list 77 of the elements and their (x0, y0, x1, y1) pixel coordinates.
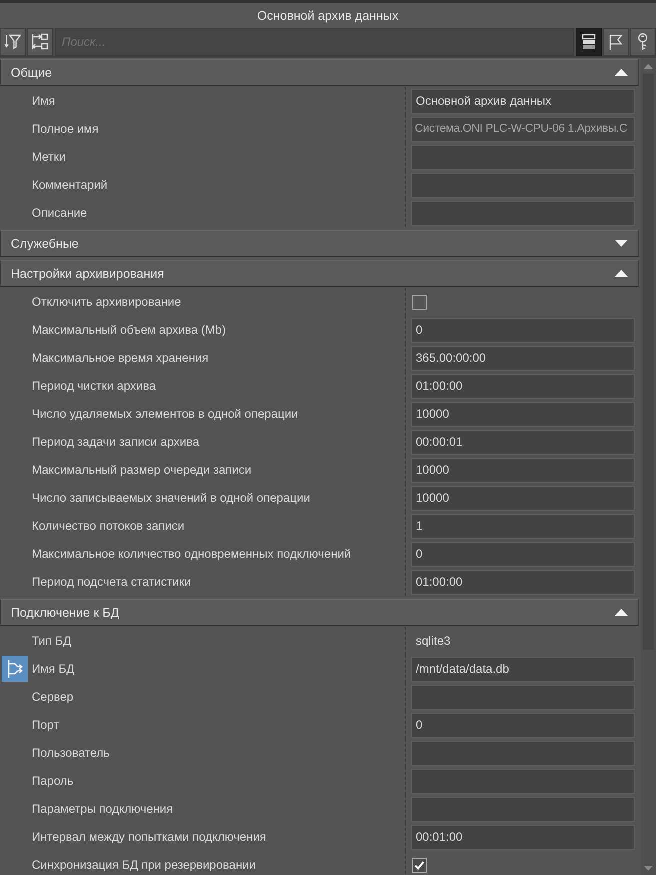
property-label: Описание (32, 206, 88, 220)
expand-arrow-icon[interactable] (615, 240, 628, 247)
filter-icon (4, 33, 22, 51)
text-field[interactable] (411, 684, 635, 710)
text-field[interactable] (411, 740, 635, 766)
text-field[interactable]: 00:00:01 (411, 430, 635, 454)
property-label: Период чистки архива (32, 379, 156, 393)
property-label: Тип БД (32, 634, 72, 648)
property-label: Максимальное время хранения (32, 351, 209, 365)
collapse-arrow-icon[interactable] (615, 609, 628, 616)
text-field[interactable]: 01:00:00 (411, 570, 635, 594)
property-label: Число удаляемых элементов в одной операции (32, 407, 298, 421)
property-label: Сервер (32, 690, 74, 704)
flag-toggle-button[interactable] (603, 28, 629, 56)
property-label: Метки (32, 150, 66, 164)
collapse-arrow-icon[interactable] (615, 270, 628, 277)
list-toggle-button[interactable] (576, 28, 602, 56)
key-icon (636, 33, 650, 51)
text-field[interactable]: 0 (411, 712, 635, 738)
property-label: Синхронизация БД при резервировании (32, 858, 256, 872)
text-field[interactable] (411, 768, 635, 794)
text-field[interactable] (411, 144, 635, 170)
text-field[interactable]: 00:01:00 (411, 824, 635, 850)
text-field[interactable] (411, 172, 635, 198)
list-icon (581, 34, 597, 50)
property-value: sqlite3 (415, 634, 451, 648)
text-field[interactable]: 0 (411, 542, 635, 566)
text-field[interactable] (411, 796, 635, 822)
flag-icon (608, 34, 624, 50)
text-field[interactable]: 01:00:00 (411, 374, 635, 398)
text-field[interactable]: 10000 (411, 486, 635, 510)
property-label: Порт (32, 718, 60, 732)
section-title: Настройки архивирования (11, 266, 164, 280)
section-header[interactable]: Настройки архивирования (0, 260, 639, 287)
scroll-up-arrow-icon[interactable] (644, 64, 653, 69)
text-field[interactable]: Основной архив данных (411, 88, 635, 114)
property-label: Отключить архивирование (32, 295, 182, 309)
scroll-down-arrow-icon[interactable] (644, 866, 653, 871)
section-header[interactable]: Подключение к БД (0, 599, 639, 626)
scrollbar[interactable] (641, 58, 656, 875)
window-title: Основной архив данных (257, 8, 399, 22)
text-field[interactable]: 1 (411, 514, 635, 538)
checkbox[interactable] (412, 858, 427, 872)
tree-button[interactable] (27, 28, 53, 56)
section-title: Служебные (11, 236, 79, 250)
text-field[interactable]: 10000 (411, 402, 635, 426)
text-field[interactable] (411, 200, 635, 226)
property-label: Интервал между попытками подключения (32, 830, 266, 844)
text-field[interactable]: 365.00:00:00 (411, 346, 635, 370)
property-label: Максимальное количество одновременных подключений (32, 547, 352, 561)
section-header[interactable]: Служебные (0, 230, 639, 257)
text-field[interactable]: 10000 (411, 458, 635, 482)
property-label: Имя БД (32, 662, 75, 676)
binding-icon[interactable] (2, 656, 28, 682)
key-toggle-button[interactable] (630, 28, 656, 56)
property-label: Пароль (32, 774, 74, 788)
filter-button[interactable] (0, 28, 26, 56)
property-label: Полное имя (32, 122, 99, 136)
section-title: Подключение к БД (11, 606, 120, 620)
property-label: Количество потоков записи (32, 519, 185, 533)
property-label: Имя (32, 94, 56, 108)
property-label: Период подсчета статистики (32, 575, 192, 589)
property-label: Максимальный размер очереди записи (32, 463, 252, 477)
text-field[interactable]: 0 (411, 318, 635, 342)
readonly-field[interactable]: Система.ONI PLC-W-CPU-06 1.Архивы.С (411, 116, 635, 142)
section-title: Общие (11, 66, 52, 80)
tree-icon (31, 33, 49, 51)
property-label: Параметры подключения (32, 802, 174, 816)
text-field[interactable]: /mnt/data/data.db (411, 656, 635, 682)
property-label: Период задачи записи архива (32, 435, 200, 449)
property-label: Пользователь (32, 746, 110, 760)
property-label: Комментарий (32, 178, 108, 192)
property-label: Число записываемых значений в одной операции (32, 491, 310, 505)
collapse-arrow-icon[interactable] (615, 69, 628, 76)
section-header[interactable]: Общие (0, 59, 639, 86)
checkbox[interactable] (412, 294, 427, 310)
property-label: Максимальный объем архива (Mb) (32, 323, 226, 337)
